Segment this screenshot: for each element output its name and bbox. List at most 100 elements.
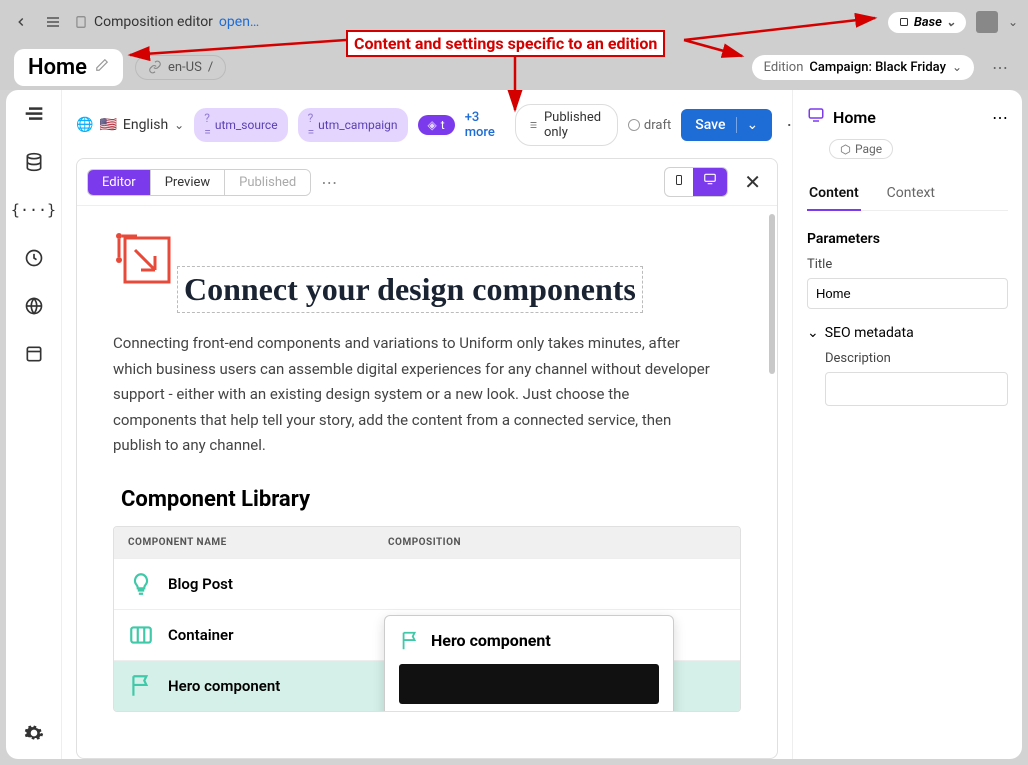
device-mobile-icon[interactable] (665, 168, 693, 196)
type-badge: Page (829, 139, 893, 159)
draft-status-icon (628, 119, 640, 131)
complib-title: Component Library (121, 487, 741, 512)
published-only-toggle[interactable]: Published only (515, 104, 618, 146)
draft-indicator[interactable]: draft (628, 118, 671, 133)
save-label: Save (695, 117, 725, 133)
left-rail: {···} (6, 90, 62, 759)
panel-title: Home (833, 108, 984, 127)
language-value: English (123, 117, 168, 133)
component-table: COMPONENT NAME COMPOSITION Blog Post Con… (113, 526, 741, 712)
edition-value: Campaign: Black Friday (809, 60, 946, 75)
globe-icon: 🌐 (76, 117, 93, 133)
description-label: Description (825, 351, 891, 366)
composition-name-pill[interactable]: Home (14, 49, 123, 86)
editor-card: Editor Preview Published ⋯ ✕ (76, 158, 778, 759)
list-icon (528, 118, 538, 132)
link-icon (148, 60, 162, 74)
flag-icon (399, 630, 421, 652)
rail-structure-icon[interactable] (22, 102, 46, 126)
hover-card-preview (399, 664, 659, 704)
top-breadcrumb-bar: Composition editor open… Base ⌄ ⌄ (0, 0, 1028, 44)
back-button[interactable] (10, 11, 32, 33)
preview-canvas: Connect your design components Connectin… (77, 206, 777, 758)
hero-logo-icon (113, 230, 173, 290)
editor-mode-tabs: Editor Preview Published ⋯ ✕ (77, 159, 777, 206)
component-hover-card: Hero component (384, 615, 674, 712)
more-chips-link[interactable]: +3 more (465, 110, 495, 140)
tab-editor[interactable]: Editor (88, 170, 151, 195)
panel-overflow-menu[interactable]: ⋯ (992, 108, 1008, 127)
locale-selector[interactable]: en-US / (135, 55, 226, 80)
rail-database-icon[interactable] (22, 150, 46, 174)
seo-label: SEO metadata (825, 325, 914, 341)
flag-icon (128, 673, 154, 699)
row-name: Blog Post (168, 575, 233, 593)
edition-more-icon[interactable]: ⋯ (986, 58, 1014, 77)
description-input[interactable] (825, 372, 1008, 406)
rail-globe-icon[interactable] (22, 294, 46, 318)
panel-tabs: Content Context (807, 177, 1008, 211)
monitor-icon (807, 106, 825, 129)
rail-history-icon[interactable] (22, 246, 46, 270)
panel-tab-content[interactable]: Content (807, 177, 861, 211)
table-header: COMPONENT NAME COMPOSITION (114, 527, 740, 558)
device-toggle (664, 167, 728, 197)
breadcrumb-title: Composition editor (94, 14, 213, 30)
chip-utm-source[interactable]: ?= utm_source (194, 108, 287, 142)
page-icon (74, 15, 88, 29)
component-library: Component Library COMPONENT NAME COMPOSI… (113, 487, 741, 712)
chip-utm-campaign[interactable]: ?= utm_campaign (298, 108, 408, 142)
header-composition: COMPOSITION (388, 537, 461, 548)
panel-tab-context[interactable]: Context (885, 177, 937, 210)
chevron-down-icon: ⌄ (952, 60, 962, 74)
pencil-icon[interactable] (95, 58, 109, 76)
table-row[interactable]: Blog Post (114, 558, 740, 609)
tabs-overflow-menu[interactable]: ⋯ (321, 173, 337, 192)
edition-selector[interactable]: Edition Campaign: Black Friday ⌄ (752, 55, 974, 80)
locale-suffix: / (208, 60, 213, 75)
canvas-body: Connecting front-end components and vari… (113, 331, 713, 459)
rail-settings-icon[interactable] (22, 721, 46, 745)
close-button[interactable]: ✕ (738, 170, 767, 194)
row-name: Container (168, 626, 234, 644)
flag-icon: 🇺🇸 (99, 117, 116, 133)
draft-label: draft (644, 118, 671, 133)
chevron-down-icon: ⌄ (174, 118, 184, 132)
rail-code-icon[interactable]: {···} (22, 198, 46, 222)
editor-toolbar: 🌐 🇺🇸 English ⌄ ?= utm_source ?= utm_camp… (76, 104, 782, 146)
breadcrumb-open-link[interactable]: open… (219, 14, 259, 30)
layers-icon (898, 16, 910, 28)
composition-name-label: Home (28, 55, 87, 80)
rail-panel-icon[interactable] (22, 342, 46, 366)
properties-panel: Home ⋯ Page Content Context Parameters T… (792, 90, 1022, 759)
locale-value: en-US (168, 60, 202, 75)
tab-published[interactable]: Published (225, 170, 310, 195)
user-menu-chevron[interactable]: ⌄ (1008, 15, 1018, 29)
title-field-label: Title (807, 257, 1008, 272)
device-desktop-icon[interactable] (693, 168, 727, 196)
tab-preview[interactable]: Preview (151, 170, 225, 195)
chevron-down-icon: ⌄ (946, 15, 956, 29)
seo-collapse-toggle[interactable]: ⌄ SEO metadata (807, 325, 1008, 341)
parameters-heading: Parameters (807, 231, 1008, 247)
context-bar: Home en-US / Edition Campaign: Black Frid… (0, 44, 1028, 90)
title-field-input[interactable] (807, 278, 1008, 309)
language-selector[interactable]: 🌐 🇺🇸 English ⌄ (76, 117, 184, 133)
edition-label: Edition (764, 60, 804, 75)
cube-icon (840, 144, 851, 155)
row-name: Hero component (168, 677, 280, 695)
chip-t[interactable]: ◈ t (418, 115, 455, 135)
toolbar-overflow-menu[interactable]: ⋯ (782, 115, 792, 136)
avatar[interactable] (976, 11, 998, 33)
scrollbar-thumb[interactable] (769, 214, 775, 374)
menu-button[interactable] (42, 11, 64, 33)
save-button[interactable]: Save ⌄ (681, 109, 772, 141)
base-selector[interactable]: Base ⌄ (888, 12, 966, 33)
save-chevron-icon[interactable]: ⌄ (747, 117, 759, 133)
breadcrumb: Composition editor open… (74, 14, 259, 30)
base-label: Base (914, 15, 942, 30)
lightbulb-icon (128, 571, 154, 597)
canvas-title[interactable]: Connect your design components (177, 266, 643, 313)
chevron-down-icon: ⌄ (807, 325, 819, 341)
header-name: COMPONENT NAME (128, 537, 388, 548)
